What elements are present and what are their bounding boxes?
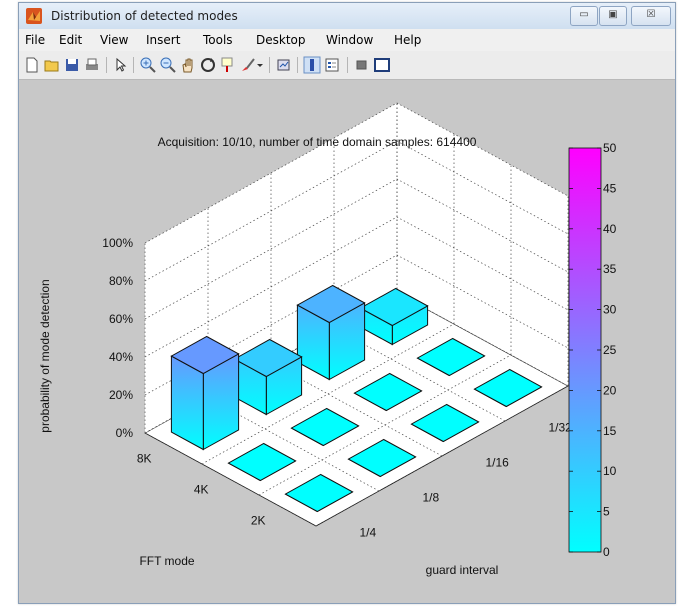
- pan-hand-icon[interactable]: [179, 56, 197, 74]
- y-axis-label: guard interval: [426, 563, 499, 577]
- chart-title: Acquisition: 10/10, number of time domai…: [158, 135, 477, 149]
- matlab-icon: [26, 8, 42, 24]
- rotate-3d-icon[interactable]: [199, 56, 217, 74]
- figure-toolbar: [19, 51, 675, 80]
- hide-plot-tools-icon[interactable]: [353, 56, 371, 74]
- menu-insert[interactable]: Insert: [146, 33, 180, 47]
- colorbar-tick-label: 50: [603, 141, 617, 155]
- toolbar-separator: [269, 57, 270, 73]
- zoom-in-icon[interactable]: [139, 56, 157, 74]
- fft-tick-label: 4K: [194, 483, 209, 497]
- gi-tick-label: 1/4: [360, 526, 377, 540]
- menu-edit[interactable]: Edit: [59, 33, 82, 47]
- title-bar[interactable]: Distribution of detected modes ▭ ▣ ☒: [19, 3, 675, 29]
- minimize-icon: ▭: [579, 9, 589, 20]
- menu-view[interactable]: View: [100, 33, 128, 47]
- colorbar-tick-label: 20: [603, 383, 617, 397]
- toolbar-separator: [297, 57, 298, 73]
- colorbar-tick-label: 45: [603, 181, 617, 195]
- z-tick-label: 20%: [109, 388, 133, 402]
- zoom-out-icon[interactable]: [159, 56, 177, 74]
- colorbar-tick-label: 35: [603, 262, 617, 276]
- brush-dropdown-icon[interactable]: [255, 56, 265, 74]
- toolbar-separator: [347, 57, 348, 73]
- colorbar-icon[interactable]: [303, 56, 321, 74]
- colorbar-tick-label: 5: [603, 505, 610, 519]
- fft-tick-label: 8K: [137, 452, 152, 466]
- data-cursor-icon[interactable]: [219, 56, 237, 74]
- fft-tick-label: 2K: [251, 514, 266, 528]
- gi-tick-label: 1/16: [486, 456, 510, 470]
- window-title: Distribution of detected modes: [51, 9, 238, 23]
- x-axis-label: FFT mode: [139, 554, 194, 568]
- colorbar[interactable]: 0 5 10 15 20 25 30 35 40 45 50: [568, 141, 617, 559]
- colorbar-tick-label: 15: [603, 424, 617, 438]
- gi-tick-label: 1/8: [423, 491, 440, 505]
- z-tick-label: 60%: [109, 312, 133, 326]
- colorbar-tick-label: 0: [603, 545, 610, 559]
- z-tick-label: 0%: [116, 426, 134, 440]
- show-plot-tools-icon[interactable]: [373, 56, 391, 74]
- new-figure-icon[interactable]: [23, 56, 41, 74]
- colorbar-tick-label: 40: [603, 222, 617, 236]
- z-tick-label: 80%: [109, 274, 133, 288]
- colorbar-tick-label: 30: [603, 303, 617, 317]
- close-button[interactable]: ☒: [631, 6, 671, 26]
- z-axis-label: probability of mode detection: [38, 279, 52, 432]
- bar3-plot[interactable]: Acquisition: 10/10, number of time domai…: [19, 80, 675, 603]
- menu-file[interactable]: File: [25, 33, 45, 47]
- menu-bar: File Edit View Insert Tools Desktop Wind…: [19, 29, 675, 51]
- menu-tools[interactable]: Tools: [203, 33, 233, 47]
- minimize-button[interactable]: ▭: [570, 6, 598, 26]
- legend-icon[interactable]: [323, 56, 341, 74]
- figure-canvas[interactable]: Acquisition: 10/10, number of time domai…: [19, 80, 675, 603]
- figure-window: Distribution of detected modes ▭ ▣ ☒ Fil…: [18, 2, 676, 604]
- select-arrow-icon[interactable]: [111, 56, 129, 74]
- menu-help[interactable]: Help: [394, 33, 421, 47]
- save-icon[interactable]: [63, 56, 81, 74]
- close-icon: ☒: [646, 9, 656, 20]
- open-file-icon[interactable]: [43, 56, 61, 74]
- maximize-button[interactable]: ▣: [599, 6, 627, 26]
- menu-window[interactable]: Window: [326, 33, 373, 47]
- colorbar-tick-label: 25: [603, 343, 617, 357]
- z-tick-label: 100%: [102, 236, 133, 250]
- menu-desktop[interactable]: Desktop: [256, 33, 306, 47]
- link-plot-icon[interactable]: [275, 56, 293, 74]
- colorbar-bar: [568, 147, 602, 553]
- print-icon[interactable]: [83, 56, 101, 74]
- toolbar-separator: [106, 57, 107, 73]
- colorbar-tick-label: 10: [603, 464, 617, 478]
- maximize-icon: ▣: [608, 9, 618, 20]
- z-tick-label: 40%: [109, 350, 133, 364]
- toolbar-separator: [133, 57, 134, 73]
